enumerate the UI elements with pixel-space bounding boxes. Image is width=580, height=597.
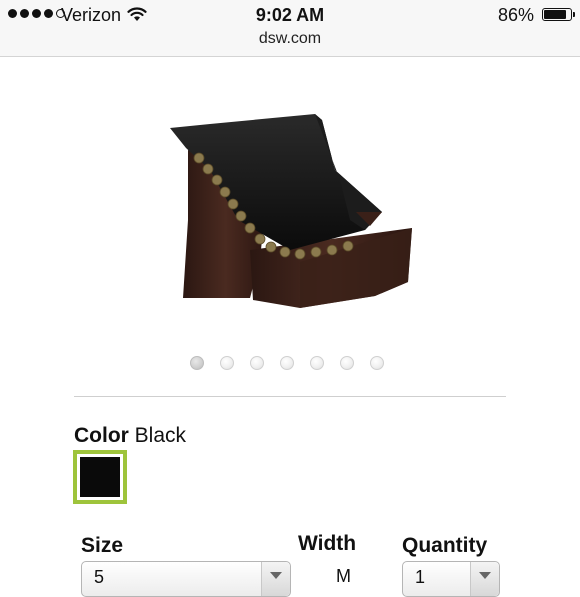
size-select[interactable]: 5: [81, 561, 291, 597]
carousel-dot[interactable]: [340, 356, 354, 370]
carousel-dot[interactable]: [310, 356, 324, 370]
carousel-dot[interactable]: [280, 356, 294, 370]
carousel-dot[interactable]: [220, 356, 234, 370]
battery-icon: [542, 8, 575, 21]
carousel-dot[interactable]: [190, 356, 204, 370]
size-select-value: 5: [94, 567, 105, 587]
size-label: Size: [81, 534, 124, 557]
address-bar-url[interactable]: dsw.com: [0, 30, 580, 48]
quantity-label: Quantity: [402, 534, 488, 557]
color-swatch-black[interactable]: [73, 450, 127, 504]
status-bar: Verizon 9:02 AM 86% dsw.com: [0, 0, 580, 57]
shoe-product-image[interactable]: [150, 100, 430, 330]
color-value: Black: [134, 424, 187, 447]
status-time: 9:02 AM: [255, 5, 325, 25]
width-label: Width: [298, 532, 357, 555]
battery-percent: 86%: [497, 5, 534, 25]
image-carousel-dots[interactable]: [190, 356, 384, 370]
color-label: Color: [74, 424, 129, 447]
carousel-dot[interactable]: [250, 356, 264, 370]
carousel-dot[interactable]: [370, 356, 384, 370]
chevron-down-icon: [470, 562, 499, 596]
color-selection: Color Black: [74, 424, 186, 448]
width-value: M: [336, 566, 351, 586]
divider: [74, 396, 506, 397]
chevron-down-icon: [261, 562, 290, 596]
quantity-select[interactable]: 1: [402, 561, 500, 597]
quantity-select-value: 1: [415, 567, 426, 587]
